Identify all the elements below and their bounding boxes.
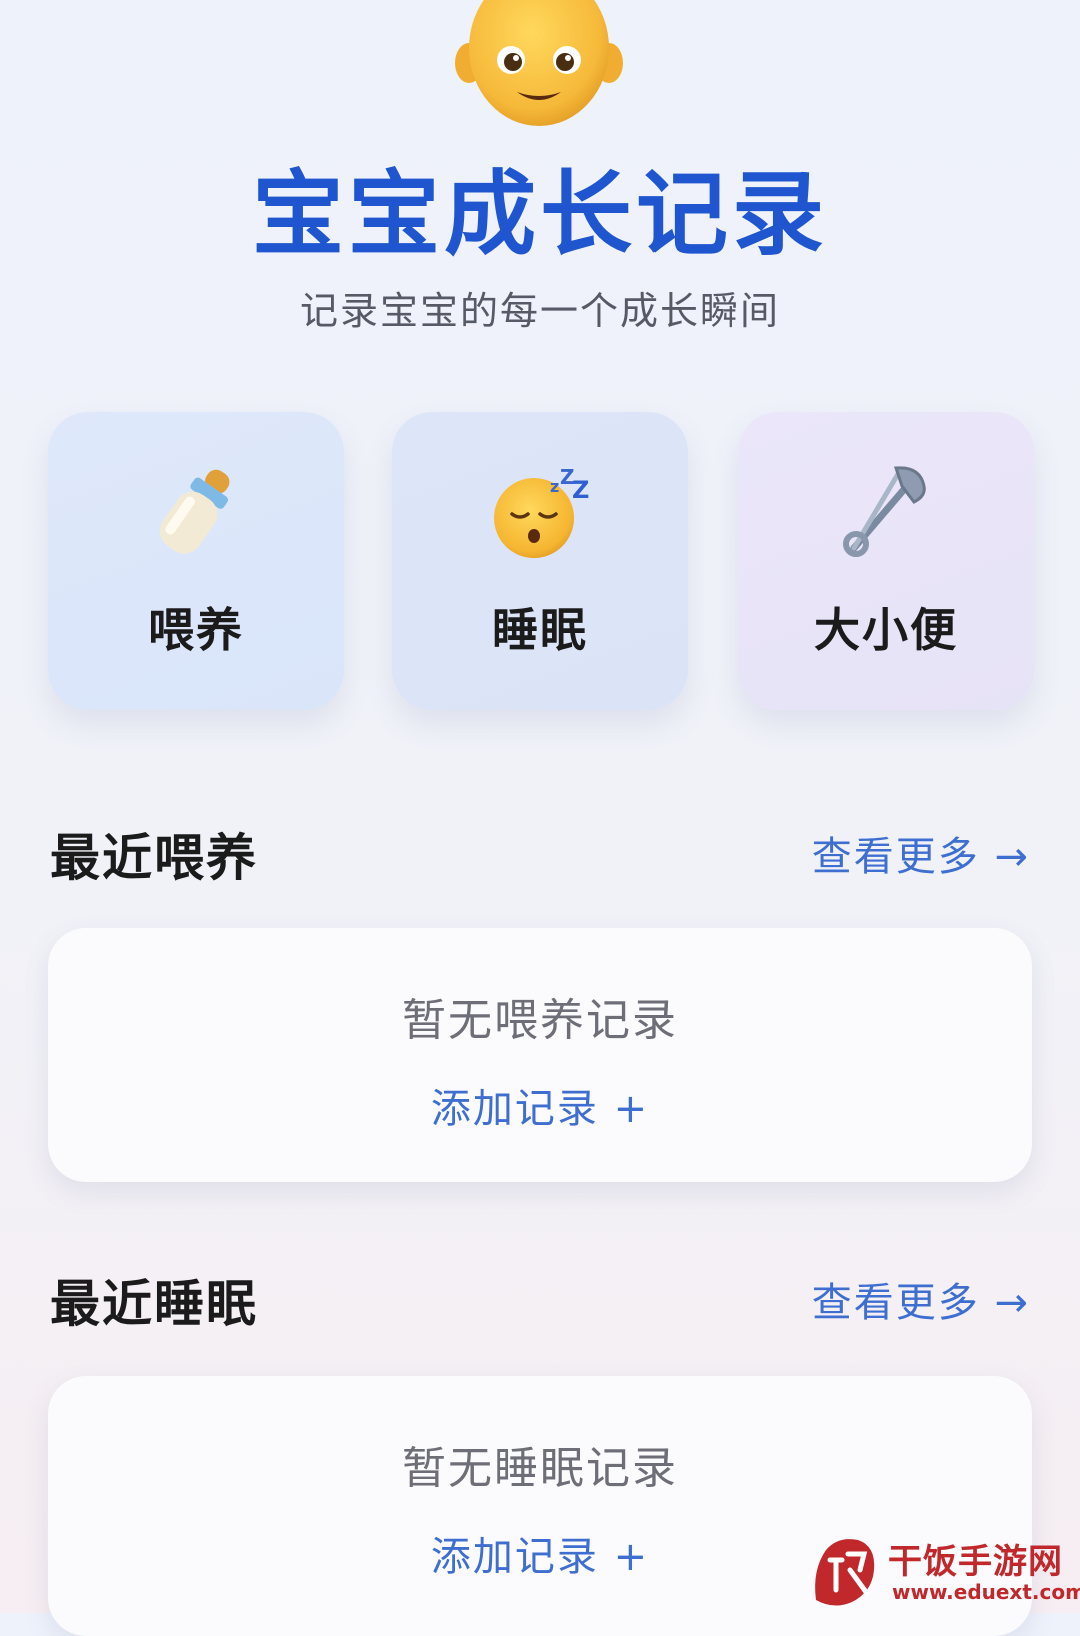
- recent-feeding-title: 最近喂养: [50, 829, 258, 887]
- sleep-label: 睡眠: [492, 603, 588, 657]
- recent-sleep-title: 最近睡眠: [50, 1275, 258, 1333]
- feeding-card[interactable]: 喂养: [48, 412, 344, 710]
- diaper-card[interactable]: 大小便: [738, 412, 1034, 710]
- header: 宝宝成长记录 记录宝宝的每一个成长瞬间: [0, 0, 1080, 360]
- watermark-name: 干饭手游网: [888, 1542, 1063, 1582]
- svg-text:Z: Z: [572, 476, 589, 504]
- baby-bottle-icon: [159, 469, 230, 554]
- page-title: 宝宝成长记录: [251, 161, 828, 268]
- sleep-view-more-link[interactable]: 查看更多 →: [812, 1270, 1030, 1328]
- safety-pin-icon: [843, 466, 926, 557]
- watermark-logo-icon: [815, 1539, 875, 1606]
- feeding-view-more-link[interactable]: 查看更多 →: [812, 824, 1030, 882]
- feeding-empty-text: 暂无喂养记录: [402, 995, 678, 1046]
- svg-text:z: z: [550, 477, 559, 496]
- add-feeding-record-button[interactable]: 添加记录 +: [48, 1076, 1032, 1134]
- diaper-label: 大小便: [814, 603, 958, 657]
- watermark: 干饭手游网 www.eduext.com: [808, 1530, 1080, 1610]
- sleep-card[interactable]: z Z Z 睡眠: [392, 412, 688, 710]
- baby-face-icon: [455, 0, 623, 126]
- watermark-url: www.eduext.com: [892, 1580, 1080, 1604]
- feeding-records-card: 暂无喂养记录 添加记录 +: [48, 928, 1032, 1182]
- feeding-label: 喂养: [148, 603, 244, 657]
- page-subtitle: 记录宝宝的每一个成长瞬间: [299, 289, 780, 333]
- sleeping-face-icon: z Z Z: [494, 465, 589, 558]
- sleep-empty-text: 暂无睡眠记录: [402, 1443, 678, 1494]
